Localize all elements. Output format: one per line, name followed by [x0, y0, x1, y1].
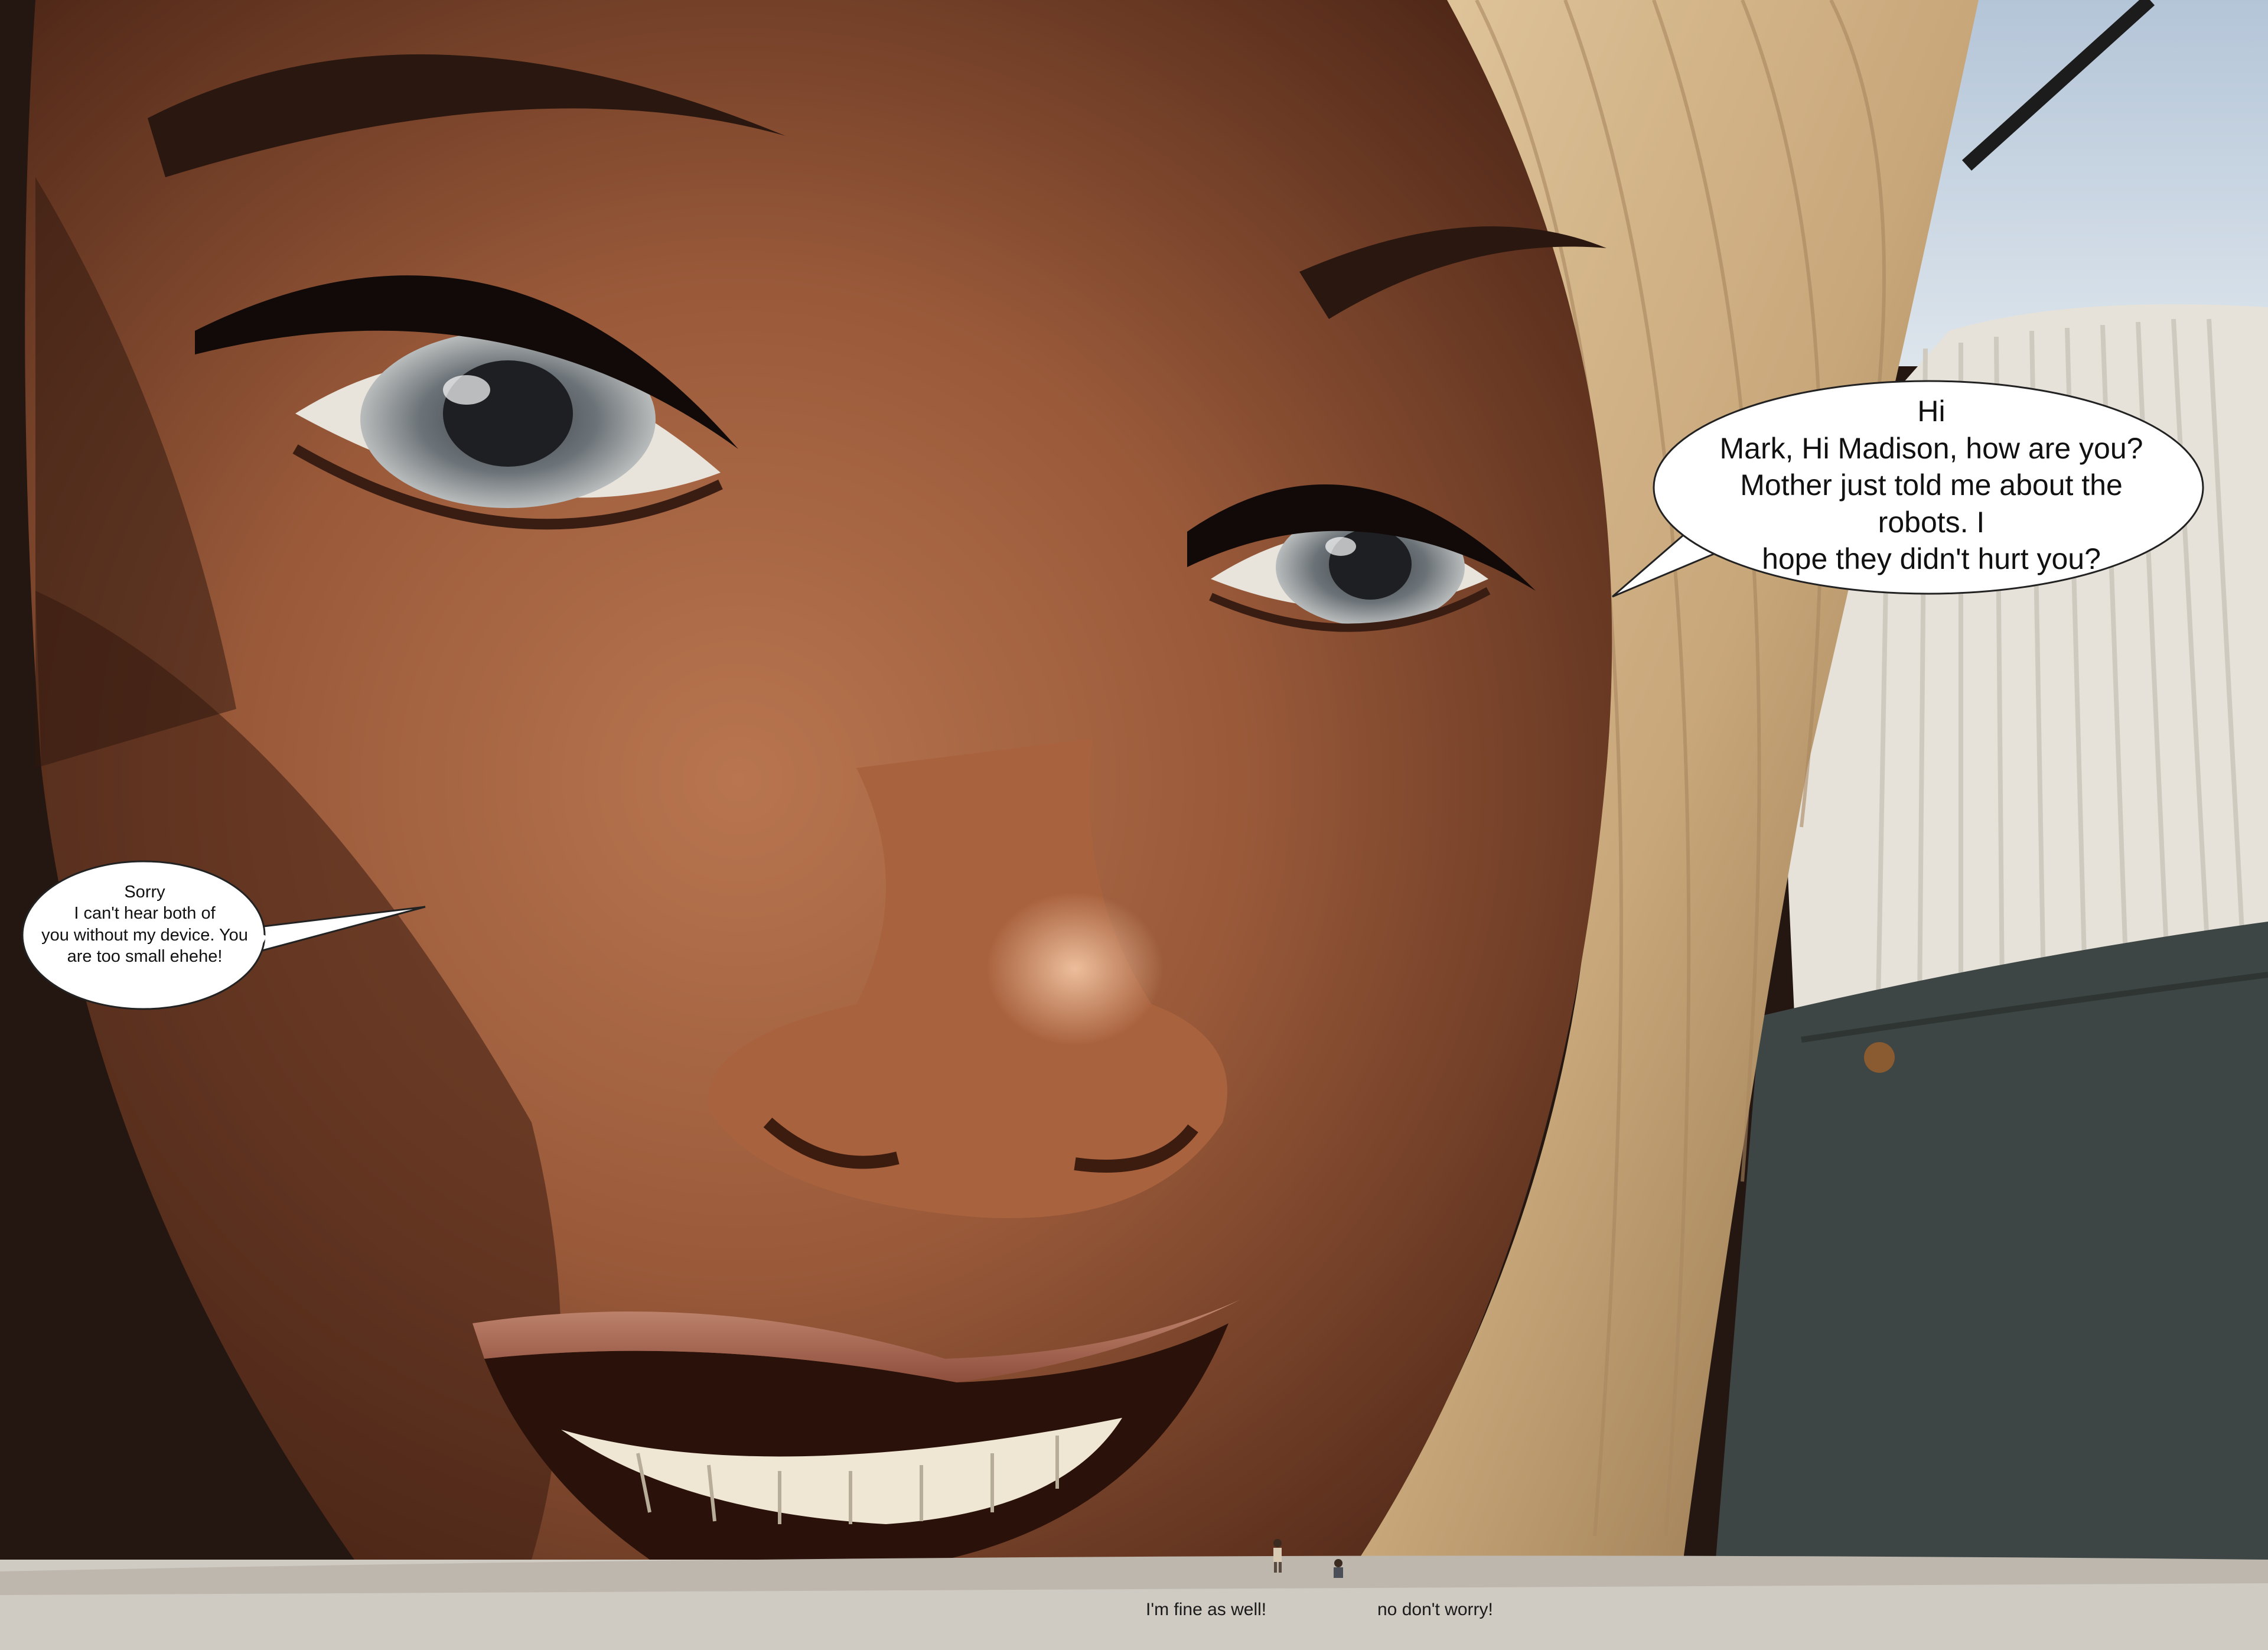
- dialogue-line: you without my device. You: [41, 925, 248, 945]
- tiny-person-mark: [1334, 1559, 1343, 1578]
- dialogue-line: hope they didn't hurt you?: [1762, 542, 2101, 575]
- dialogue-line: are too small ehehe!: [67, 946, 223, 966]
- caption-right: no don't worry!: [1377, 1600, 1493, 1619]
- comic-panel: Hi Mark, Hi Madison, how are you? Mother…: [0, 0, 2268, 1650]
- dialogue-line: Sorry: [124, 883, 165, 902]
- dialogue-line: Mark, Hi Madison, how are you?: [1719, 431, 2143, 465]
- dialogue-line: Mother just told me about the robots. I: [1740, 468, 2123, 539]
- dialogue-line: I can't hear both of: [74, 904, 216, 923]
- caption-left: I'm fine as well!: [1146, 1600, 1267, 1619]
- jeans: [1713, 922, 2268, 1595]
- scene-illustration: [0, 0, 2268, 1650]
- dialogue-line: Hi: [1917, 395, 1946, 428]
